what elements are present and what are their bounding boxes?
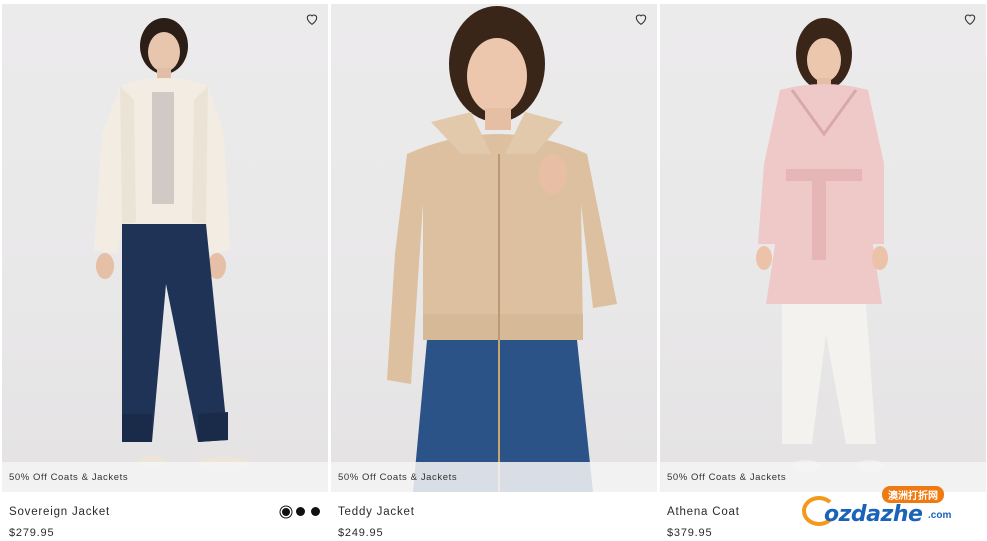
model-photo-teddy: [387, 6, 617, 492]
promo-banner: 50% Off Coats & Jackets: [331, 462, 657, 492]
promo-banner: 50% Off Coats & Jackets: [2, 462, 328, 492]
watermark-tag: 澳洲打折网: [882, 486, 944, 503]
product-name[interactable]: Sovereign Jacket: [9, 506, 110, 518]
product-card-athena-coat[interactable]: 50% Off Coats & Jackets Athena Coat $379…: [660, 4, 986, 541]
product-image[interactable]: 50% Off Coats & Jackets: [2, 4, 328, 492]
promo-text: 50% Off Coats & Jackets: [667, 472, 787, 483]
color-swatch-selected[interactable]: [282, 507, 290, 516]
color-swatch[interactable]: [296, 507, 305, 516]
model-photo-athena: [756, 18, 888, 472]
promo-text: 50% Off Coats & Jackets: [9, 472, 129, 483]
product-price: $379.95: [667, 527, 713, 539]
wishlist-heart-icon[interactable]: [633, 11, 649, 27]
color-swatch[interactable]: [311, 507, 320, 516]
product-card-teddy-jacket[interactable]: 50% Off Coats & Jackets Teddy Jacket $24…: [331, 4, 657, 541]
watermark-brand: ozdazhe: [824, 502, 923, 527]
color-swatches: [282, 507, 320, 516]
product-grid: 50% Off Coats & Jackets Sovereign Jacket…: [0, 0, 987, 541]
product-image[interactable]: 50% Off Coats & Jackets: [660, 4, 986, 492]
watermark-logo: 澳洲打折网 ozdazhe .com: [800, 484, 970, 534]
promo-text: 50% Off Coats & Jackets: [338, 472, 458, 483]
product-image[interactable]: 50% Off Coats & Jackets: [331, 4, 657, 492]
product-name[interactable]: Teddy Jacket: [338, 506, 415, 518]
wishlist-heart-icon[interactable]: [962, 11, 978, 27]
product-name[interactable]: Athena Coat: [667, 506, 740, 518]
wishlist-heart-icon[interactable]: [304, 11, 320, 27]
model-photo-sovereign: [94, 18, 250, 471]
watermark-tld: .com: [928, 510, 952, 521]
product-card-sovereign-jacket[interactable]: 50% Off Coats & Jackets Sovereign Jacket…: [2, 4, 328, 541]
product-price: $249.95: [338, 527, 384, 539]
product-price: $279.95: [9, 527, 55, 539]
